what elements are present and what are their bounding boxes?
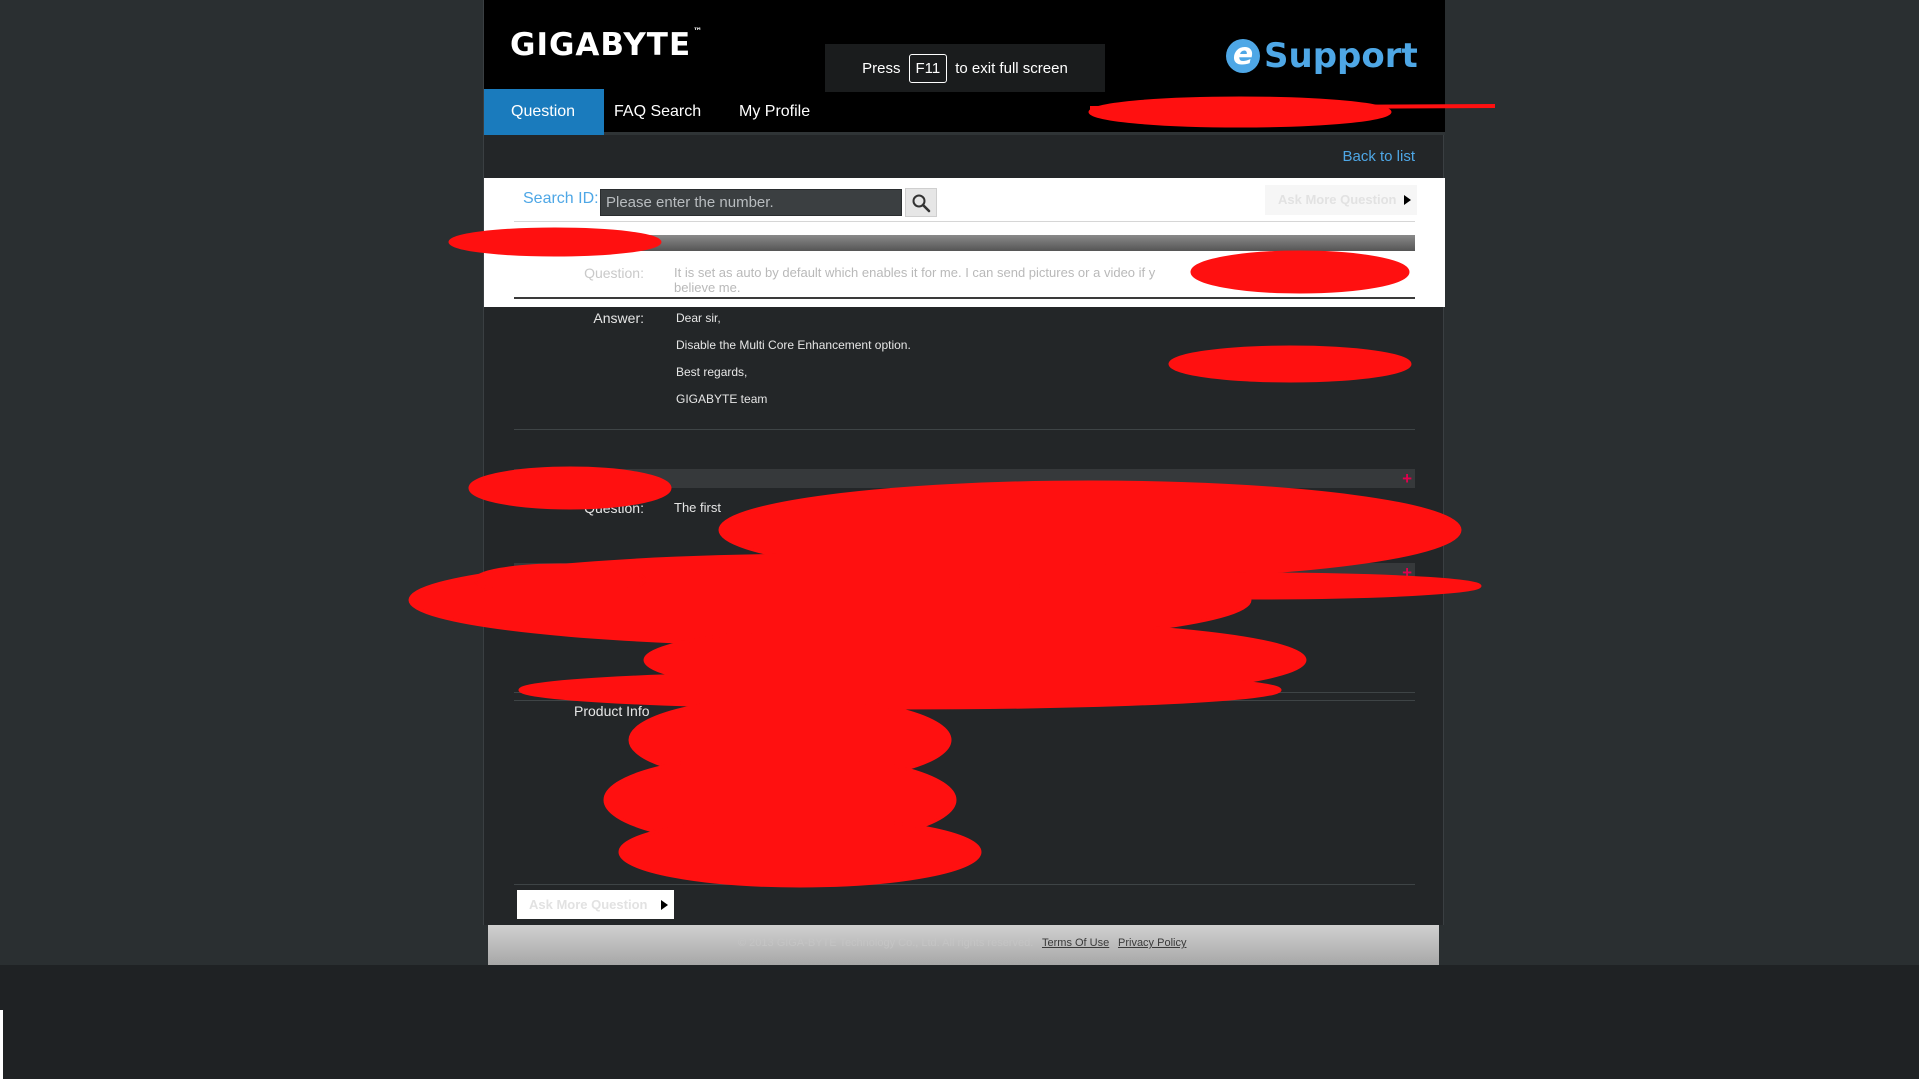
gigabyte-logo[interactable]: GIGABYTE ™ — [510, 27, 703, 63]
thread-header-bar: + — [514, 563, 1415, 582]
site-footer: © 2013 GIGA-BYTE Technology Co., Ltd. Al… — [488, 925, 1439, 965]
expand-plus-icon[interactable]: + — [1402, 564, 1412, 581]
ask-more-question-label: Ask More Question — [1278, 192, 1397, 207]
ask-more-question-button[interactable]: Ask More Question — [1265, 185, 1417, 215]
back-bar: Back to list — [484, 138, 1445, 178]
question-label: Question: — [584, 595, 644, 611]
divider — [514, 429, 1415, 430]
f11-key: F11 — [908, 53, 948, 83]
divider — [514, 221, 1415, 222]
question-text: It is set as auto by default which enabl… — [674, 265, 1156, 280]
divider — [514, 297, 1415, 299]
esupport-logo[interactable]: e Support — [1226, 36, 1418, 76]
divider — [514, 700, 1415, 701]
privacy-policy-link[interactable]: Privacy Policy — [1118, 937, 1186, 949]
tab-faq-search[interactable]: FAQ Search — [604, 89, 728, 135]
answer-line: Disable the Multi Core Enhancement optio… — [676, 338, 911, 352]
tab-question[interactable]: Question — [484, 89, 604, 135]
site-header: GIGABYTE ™ Press F11 to exit full screen … — [484, 0, 1445, 135]
fullscreen-press-text: Press — [862, 59, 901, 77]
product-info-label: Product Info — [574, 703, 650, 719]
question-label: Question: — [584, 265, 644, 281]
ask-more-question-button[interactable]: Ask More Question — [517, 890, 674, 919]
thread-header-bar: + — [514, 469, 1415, 488]
question-label: Question: — [584, 500, 644, 516]
divider — [514, 884, 1415, 885]
arrow-right-icon — [661, 900, 668, 910]
fullscreen-suffix-text: to exit full screen — [955, 59, 1068, 77]
terms-of-use-link[interactable]: Terms Of Use — [1042, 937, 1109, 949]
tab-my-profile[interactable]: My Profile — [729, 89, 837, 135]
ask-more-question-label: Ask More Question — [529, 897, 648, 912]
answer-line: Dear sir, — [676, 311, 721, 325]
esupport-wordmark: Support — [1264, 36, 1418, 76]
esupport-page: GIGABYTE ™ Press F11 to exit full screen … — [483, 0, 1445, 925]
question-text: The first — [674, 500, 721, 515]
fullscreen-notice: Press F11 to exit full screen — [825, 44, 1105, 92]
copyright-text: © 2013 GIGA-BYTE Technology Co., Ltd. Al… — [738, 937, 1034, 949]
window-edge — [0, 1010, 3, 1079]
answer-line: Best regards, — [676, 365, 748, 379]
magnifier-icon — [912, 194, 931, 212]
expand-plus-icon[interactable]: + — [1402, 470, 1412, 487]
search-id-input[interactable] — [600, 189, 902, 216]
divider — [514, 692, 1415, 693]
search-button[interactable] — [905, 188, 937, 217]
answer-label: Answer: — [593, 310, 644, 326]
question-text-cont: believe me. — [674, 280, 741, 295]
search-panel: Search ID: Ask More Question Question: I… — [484, 178, 1445, 307]
back-to-list-link[interactable]: Back to list — [1342, 148, 1415, 165]
main-nav: Question FAQ Search My Profile — [484, 89, 1445, 135]
desktop-background — [0, 965, 1919, 1079]
search-id-label: Search ID: — [523, 190, 599, 207]
esupport-e-icon: e — [1226, 39, 1260, 73]
arrow-right-icon — [1404, 195, 1411, 205]
question-text: the motherboard does not allow it. — [674, 675, 870, 690]
thread-header-bar — [514, 235, 1415, 251]
answer-line: GIGABYTE team — [676, 392, 768, 406]
